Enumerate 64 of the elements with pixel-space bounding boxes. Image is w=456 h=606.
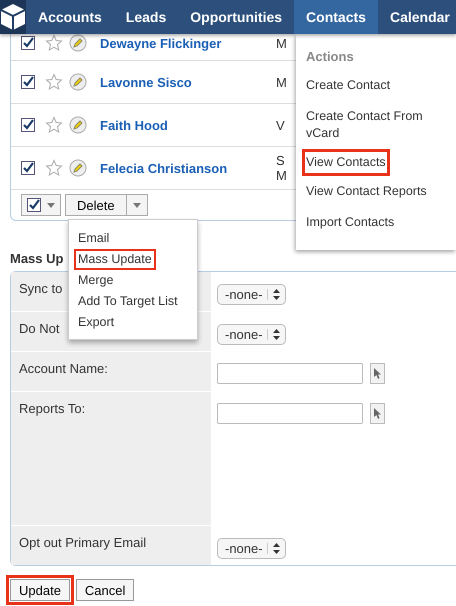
star-icon[interactable] <box>45 34 63 52</box>
menu-item[interactable]: Create Contact From vCard <box>296 101 456 149</box>
input-field[interactable] <box>217 363 363 384</box>
nav-tab[interactable]: Opportunities <box>178 0 294 34</box>
star-icon[interactable] <box>45 159 63 177</box>
table-cell-text: S <box>276 153 286 168</box>
checkbox[interactable] <box>21 118 35 132</box>
pencil-icon[interactable] <box>69 34 87 52</box>
updown-arrows-icon <box>272 543 280 554</box>
field-label: Reports To: <box>19 401 86 416</box>
nav-tab[interactable]: Contacts <box>294 0 378 34</box>
select-field[interactable]: -none- <box>217 284 286 305</box>
logo[interactable] <box>0 0 26 34</box>
menu-item[interactable]: View Contacts <box>302 149 390 176</box>
cursor-icon <box>374 368 382 379</box>
table-cell: M <box>276 36 287 50</box>
menu-item[interactable]: Add To Target List <box>69 291 197 312</box>
caret-icon <box>132 202 141 208</box>
menu-item[interactable]: Email <box>69 228 197 249</box>
field-label: Opt out Primary Email <box>19 535 146 550</box>
table-cell: V <box>276 118 285 132</box>
delete-button[interactable]: Delete <box>65 194 127 216</box>
star-icon[interactable] <box>45 73 63 91</box>
menu-heading: Actions <box>305 48 355 66</box>
field-label: Sync to <box>19 281 62 296</box>
select-button[interactable] <box>370 403 385 424</box>
caret-icon <box>47 202 55 208</box>
menu-item[interactable]: Import Contacts <box>296 207 456 238</box>
updown-arrows-icon <box>272 289 280 300</box>
select-dropdown[interactable] <box>21 194 61 216</box>
field-label: Account Name: <box>19 361 108 376</box>
contact-link[interactable]: Lavonne Sisco <box>100 74 276 90</box>
menu-item[interactable]: Mass Update <box>74 249 156 270</box>
menu-item[interactable]: Merge <box>69 270 197 291</box>
checkbox[interactable] <box>21 161 35 175</box>
section-heading: Mass Up <box>10 251 64 268</box>
star-icon[interactable] <box>45 116 63 134</box>
cube-icon <box>0 3 26 31</box>
pencil-icon[interactable] <box>69 73 87 91</box>
select-button[interactable] <box>370 363 385 384</box>
update-button[interactable]: Update <box>10 579 70 601</box>
menu-item[interactable]: Create Contact <box>296 70 456 101</box>
select-field[interactable]: -none- <box>217 538 286 559</box>
input-field[interactable] <box>217 403 363 424</box>
pencil-icon[interactable] <box>69 116 87 134</box>
contact-link[interactable]: Dewayne Flickinger <box>100 36 276 50</box>
select-field[interactable]: -none- <box>217 324 286 345</box>
dropdown-toggle[interactable] <box>126 194 148 216</box>
nav-tab[interactable]: Leads <box>114 0 178 34</box>
cancel-button[interactable]: Cancel <box>76 579 134 601</box>
contact-link[interactable]: Faith Hood <box>100 118 276 132</box>
table-cell: M <box>276 168 287 183</box>
table-cell: M <box>276 74 287 90</box>
field-label: Do Not <box>19 321 60 336</box>
menu-item[interactable]: View Contact Reports <box>296 176 456 207</box>
pencil-icon[interactable] <box>69 159 87 177</box>
checkbox[interactable] <box>21 36 35 50</box>
nav-tab[interactable]: Accounts <box>26 0 114 34</box>
menu-item[interactable]: Export <box>69 312 197 333</box>
checkbox[interactable] <box>21 75 35 89</box>
nav-tab[interactable]: Calendar <box>378 0 456 34</box>
cursor-icon <box>374 408 382 419</box>
updown-arrows-icon <box>272 329 280 340</box>
contact-link[interactable]: Felecia Christianson <box>100 160 276 176</box>
